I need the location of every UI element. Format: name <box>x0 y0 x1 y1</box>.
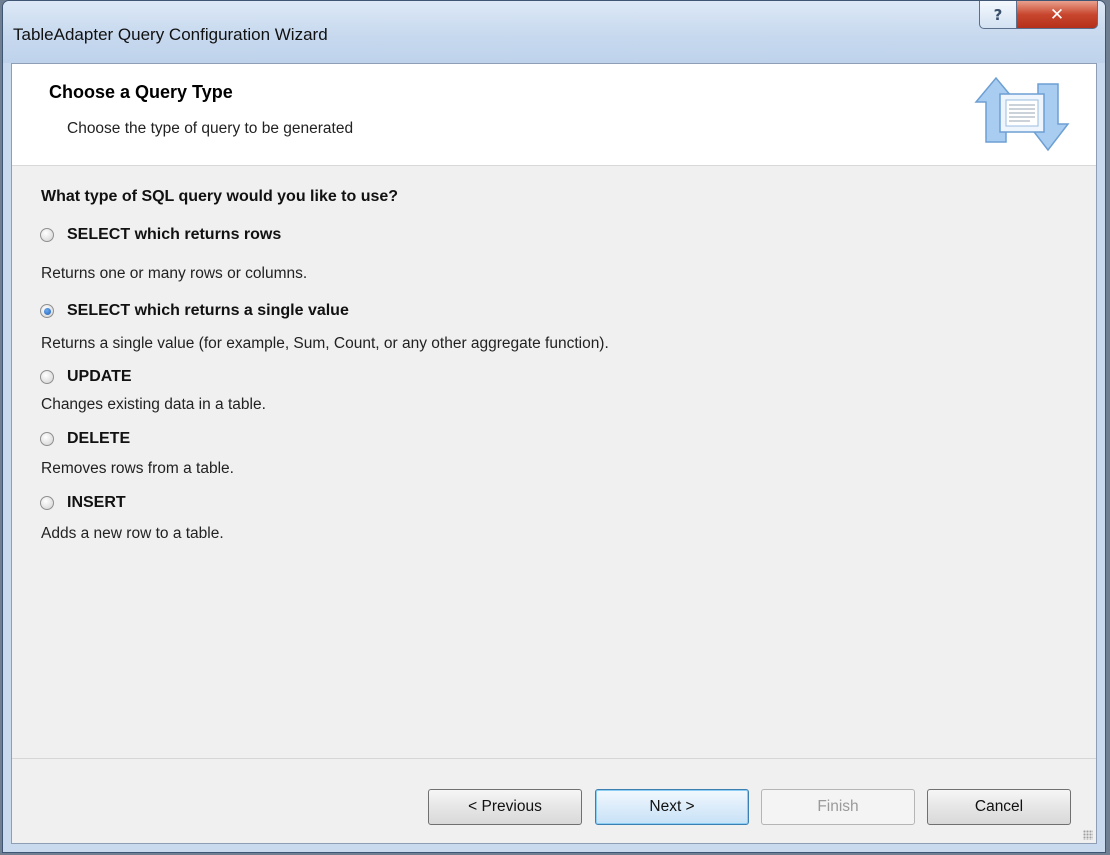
option-label: DELETE <box>67 430 131 447</box>
radio-update[interactable] <box>40 370 54 384</box>
option-delete[interactable]: DELETE <box>40 430 130 448</box>
close-button[interactable]: ✕ <box>1016 1 1098 29</box>
option-select-rows[interactable]: SELECT which returns rows <box>40 226 281 244</box>
option-label: UPDATE <box>67 368 132 385</box>
option-description: Returns one or many rows or columns. <box>41 265 308 282</box>
next-button[interactable]: Next > <box>595 789 749 825</box>
query-arrows-icon <box>974 76 1070 152</box>
footer-divider <box>12 758 1096 759</box>
option-description: Returns a single value (for example, Sum… <box>41 335 609 352</box>
cancel-button[interactable]: Cancel <box>927 789 1071 825</box>
help-icon: ? <box>993 5 1003 24</box>
wizard-header: Choose a Query Type Choose the type of q… <box>12 64 1096 166</box>
wizard-client-area: Choose a Query Type Choose the type of q… <box>11 63 1097 844</box>
wizard-body: What type of SQL query would you like to… <box>12 166 1096 843</box>
radio-insert[interactable] <box>40 496 54 510</box>
option-label: SELECT which returns rows <box>67 226 282 243</box>
option-label: INSERT <box>67 494 126 511</box>
resize-grip-icon[interactable] <box>1083 830 1093 840</box>
title-bar[interactable]: TableAdapter Query Configuration Wizard … <box>3 1 1105 63</box>
finish-button[interactable]: Finish <box>761 789 915 825</box>
option-description: Changes existing data in a table. <box>41 396 266 413</box>
radio-delete[interactable] <box>40 432 54 446</box>
page-subtitle: Choose the type of query to be generated <box>67 120 354 137</box>
option-label: SELECT which returns a single value <box>67 302 349 319</box>
option-select-single-value[interactable]: SELECT which returns a single value <box>40 302 349 320</box>
option-description: Removes rows from a table. <box>41 460 234 477</box>
wizard-window: TableAdapter Query Configuration Wizard … <box>2 0 1106 853</box>
option-insert[interactable]: INSERT <box>40 494 126 512</box>
option-update[interactable]: UPDATE <box>40 368 132 386</box>
close-icon: ✕ <box>1049 4 1065 25</box>
option-description: Adds a new row to a table. <box>41 525 224 542</box>
page-title: Choose a Query Type <box>49 82 233 102</box>
radio-select-single-value[interactable] <box>40 304 54 318</box>
previous-button[interactable]: < Previous <box>428 789 582 825</box>
question-label: What type of SQL query would you like to… <box>41 188 399 205</box>
help-button[interactable]: ? <box>979 1 1017 29</box>
window-title: TableAdapter Query Configuration Wizard <box>13 25 328 44</box>
radio-select-rows[interactable] <box>40 228 54 242</box>
